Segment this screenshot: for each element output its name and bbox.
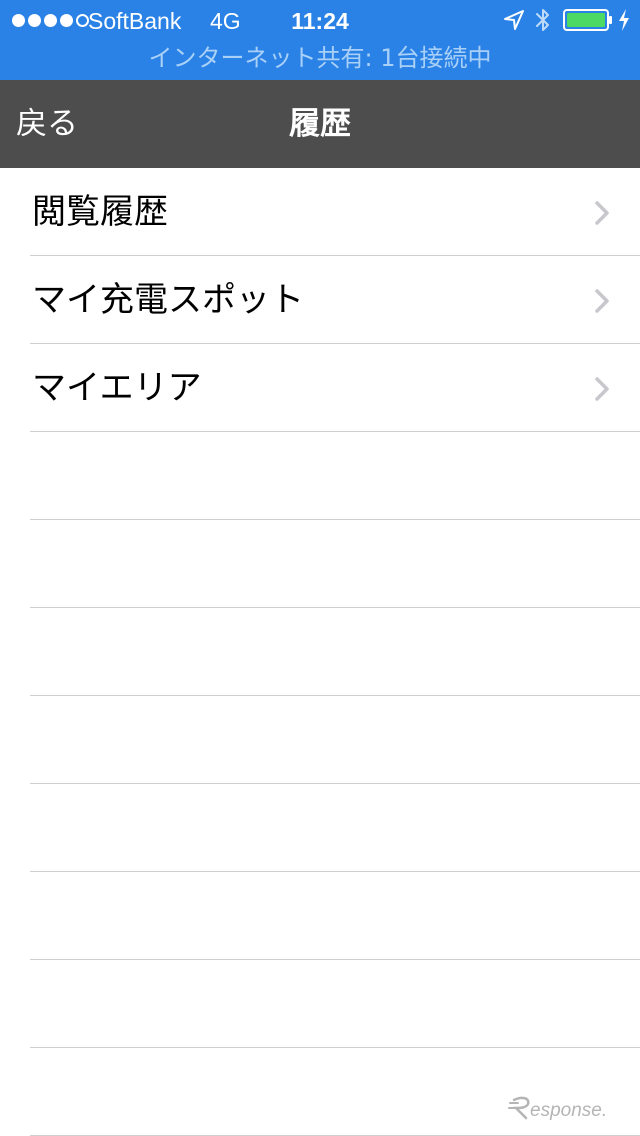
back-button[interactable]: 戻る xyxy=(16,102,78,146)
chevron-right-icon xyxy=(595,377,609,401)
status-bar: SoftBank 4G 11:24 インターネット共有: 1台接続中 xyxy=(0,0,640,80)
chevron-right-icon xyxy=(595,289,609,313)
empty-row xyxy=(0,432,640,520)
hotspot-status-text[interactable]: インターネット共有: 1台接続中 xyxy=(0,42,640,74)
list-item-browsing-history[interactable]: 閲覧履歴 xyxy=(0,168,640,256)
empty-row xyxy=(0,696,640,784)
charging-icon xyxy=(619,9,629,31)
list-item-my-area[interactable]: マイエリア xyxy=(0,344,640,432)
navigation-bar: 戻る 履歴 xyxy=(0,80,640,168)
chevron-right-icon xyxy=(595,201,609,225)
status-row: SoftBank 4G 11:24 xyxy=(0,0,640,42)
empty-row xyxy=(0,1048,640,1136)
battery-icon xyxy=(563,9,612,31)
empty-row xyxy=(0,872,640,960)
empty-row xyxy=(0,784,640,872)
page-title: 履歴 xyxy=(289,106,351,142)
empty-row xyxy=(0,608,640,696)
screen: SoftBank 4G 11:24 インターネット共有: 1台接続中 戻る 履歴 xyxy=(0,0,640,1136)
history-list: 閲覧履歴 マイ充電スポット マイエリア xyxy=(0,168,640,1136)
location-icon xyxy=(504,10,524,30)
response-logo: esponse. xyxy=(508,1096,607,1121)
empty-row xyxy=(0,960,640,1048)
list-item-label: マイ充電スポット xyxy=(32,280,304,320)
bluetooth-icon xyxy=(536,9,549,31)
list-item-label: 閲覧履歴 xyxy=(32,192,168,232)
svg-text:esponse.: esponse. xyxy=(530,1100,607,1121)
list-item-my-charging-spots[interactable]: マイ充電スポット xyxy=(0,256,640,344)
list-item-label: マイエリア xyxy=(32,368,202,408)
empty-row xyxy=(0,520,640,608)
